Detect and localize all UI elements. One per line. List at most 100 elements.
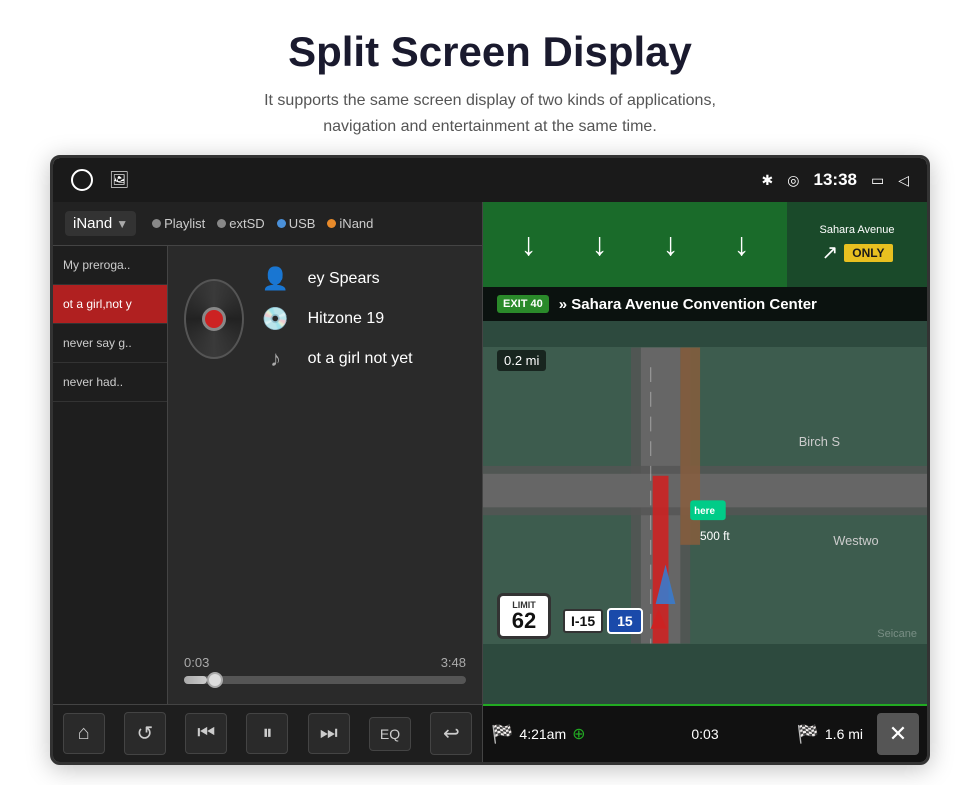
artist-info-row: 👤 ey Spears xyxy=(260,266,466,292)
exit-badge: EXIT 40 xyxy=(497,295,549,313)
music-icon: ♪ xyxy=(260,346,292,372)
back-button[interactable]: ↩ xyxy=(430,712,472,755)
distance-indicator: 0.2 mi xyxy=(497,350,546,371)
only-badge: ONLY xyxy=(844,244,892,262)
distance-value: 0.2 mi xyxy=(504,353,539,368)
status-bar: 🖼 ✱ ◎ 13:38 ▭ ◁ xyxy=(53,158,927,202)
svg-text:Birch S: Birch S xyxy=(799,434,840,449)
screen-icon: ▭ xyxy=(871,172,884,189)
usb-option[interactable]: USB xyxy=(277,216,316,231)
nav-map: ↓ ↓ ↓ ↓ Sahara Avenue ↗ ONLY xyxy=(483,202,927,704)
source-options: Playlist extSD USB iNand xyxy=(152,216,373,231)
back-icon: ◁ xyxy=(898,172,909,189)
arrow-down-2: ↓ xyxy=(592,226,608,263)
arrow-down-4: ↓ xyxy=(734,226,750,263)
exit-destination: » Sahara Avenue Convention Center xyxy=(559,296,817,313)
checkered-flag-icon-2: 🏁 xyxy=(796,724,818,745)
eta-time: 4:21am xyxy=(519,726,566,742)
arrow-down-1: ↓ xyxy=(521,226,537,263)
next-button[interactable]: ⏭ xyxy=(308,713,350,754)
bluetooth-icon: ✱ xyxy=(762,172,774,189)
player-center: 👤 ey Spears 💿 Hitzone 19 ♪ ot a girl not xyxy=(168,246,482,704)
svg-text:500 ft: 500 ft xyxy=(700,529,730,543)
image-icon: 🖼 xyxy=(109,170,129,190)
disc-icon: 💿 xyxy=(260,306,292,332)
speed-limit-box: LIMIT 62 xyxy=(497,593,551,639)
inand-option[interactable]: iNand xyxy=(327,216,373,231)
speed-value: 62 xyxy=(500,610,548,632)
playlist-area: My preroga.. ot a girl,not y never say g… xyxy=(53,246,482,704)
pause-button[interactable]: ⏸ xyxy=(246,713,288,754)
checkered-flag-icon-1: 🏁 xyxy=(491,724,513,745)
status-right: ✱ ◎ 13:38 ▭ ◁ xyxy=(762,170,909,190)
radio-dot-playlist xyxy=(152,219,161,228)
nav-close-button[interactable]: ✕ xyxy=(877,713,919,755)
track-info: 👤 ey Spears 💿 Hitzone 19 ♪ ot a girl not xyxy=(184,266,466,372)
watermark: Seicane xyxy=(877,628,917,640)
progress-thumb[interactable] xyxy=(207,672,223,688)
eta-block: 🏁 4:21am ⊕ xyxy=(491,724,634,745)
page-header: Split Screen Display It supports the sam… xyxy=(0,0,980,155)
progress-area[interactable]: 0:03 3:48 xyxy=(184,645,466,694)
disc-center xyxy=(202,307,226,331)
clock-icon: ⊕ xyxy=(572,724,585,744)
media-panel: iNand ▼ Playlist extSD USB iNand xyxy=(53,202,483,762)
playlist-option[interactable]: Playlist xyxy=(152,216,205,231)
progress-bar[interactable] xyxy=(184,676,466,684)
svg-text:Westwo: Westwo xyxy=(833,533,878,548)
track-details: 👤 ey Spears 💿 Hitzone 19 ♪ ot a girl not xyxy=(260,266,466,372)
status-time: 13:38 xyxy=(814,170,857,190)
sign-sahara-text: Sahara Avenue xyxy=(819,224,894,236)
extsd-option[interactable]: extSD xyxy=(217,216,264,231)
chevron-down-icon: ▼ xyxy=(116,217,128,231)
highway-shield: 15 xyxy=(607,608,643,634)
nav-bottom-bar: 🏁 4:21am ⊕ 0:03 🏁 1.6 mi ✕ xyxy=(483,704,927,762)
prev-button[interactable]: ⏮ xyxy=(185,713,227,754)
sign-right: Sahara Avenue ↗ ONLY xyxy=(787,202,927,287)
list-item[interactable]: ot a girl,not y xyxy=(53,285,167,324)
green-sign: ↓ ↓ ↓ ↓ xyxy=(483,202,787,287)
trip-distance: 1.6 mi xyxy=(825,726,863,742)
source-label: iNand xyxy=(73,215,112,232)
home-button[interactable]: ⌂ xyxy=(63,713,105,754)
album-info-row: 💿 Hitzone 19 xyxy=(260,306,466,332)
svg-text:here: here xyxy=(694,506,715,517)
progress-times: 0:03 3:48 xyxy=(184,655,466,670)
trip-dist-block: 🏁 1.6 mi ✕ xyxy=(776,713,919,755)
exit-sign-area: EXIT 40 » Sahara Avenue Convention Cente… xyxy=(483,287,927,321)
sign-arrow-right: ↗ xyxy=(822,240,839,265)
page-subtitle: It supports the same screen display of t… xyxy=(40,88,940,139)
radio-dot-inand xyxy=(327,219,336,228)
source-dropdown[interactable]: iNand ▼ xyxy=(65,211,136,236)
artist-row: 👤 ey Spears 💿 Hitzone 19 ♪ ot a girl not xyxy=(184,266,466,372)
person-icon: 👤 xyxy=(260,266,292,292)
device-frame: 🖼 ✱ ◎ 13:38 ▭ ◁ iNand ▼ Playlist xyxy=(50,155,930,765)
track-name: ot a girl not yet xyxy=(308,350,413,368)
controls-bar: ⌂ ↺ ⏮ ⏸ ⏭ EQ ↩ xyxy=(53,704,482,762)
list-item[interactable]: never had.. xyxy=(53,363,167,402)
list-item[interactable]: never say g.. xyxy=(53,324,167,363)
status-left: 🖼 xyxy=(71,169,129,191)
highway-prefix: I-15 xyxy=(563,609,603,633)
arrow-down-3: ↓ xyxy=(663,226,679,263)
main-content: iNand ▼ Playlist extSD USB iNand xyxy=(53,202,927,762)
eq-button[interactable]: EQ xyxy=(369,717,411,751)
playlist-list: My preroga.. ot a girl,not y never say g… xyxy=(53,246,168,704)
time-total: 3:48 xyxy=(441,655,466,670)
trip-time: 0:03 xyxy=(691,726,718,742)
list-item[interactable]: My preroga.. xyxy=(53,246,167,285)
nav-signs-top: ↓ ↓ ↓ ↓ Sahara Avenue ↗ ONLY xyxy=(483,202,927,287)
album-art xyxy=(184,279,244,359)
trip-time-block: 0:03 xyxy=(634,726,777,742)
artist-name: ey Spears xyxy=(308,270,380,288)
radio-dot-extsd xyxy=(217,219,226,228)
time-current: 0:03 xyxy=(184,655,209,670)
circle-icon xyxy=(71,169,93,191)
location-icon: ◎ xyxy=(787,172,799,189)
progress-fill xyxy=(184,676,207,684)
track-info-row: ♪ ot a girl not yet xyxy=(260,346,466,372)
highway-badge: I-15 15 xyxy=(563,608,643,634)
repeat-button[interactable]: ↺ xyxy=(124,712,166,755)
source-bar: iNand ▼ Playlist extSD USB iNand xyxy=(53,202,482,246)
page-title: Split Screen Display xyxy=(40,28,940,76)
